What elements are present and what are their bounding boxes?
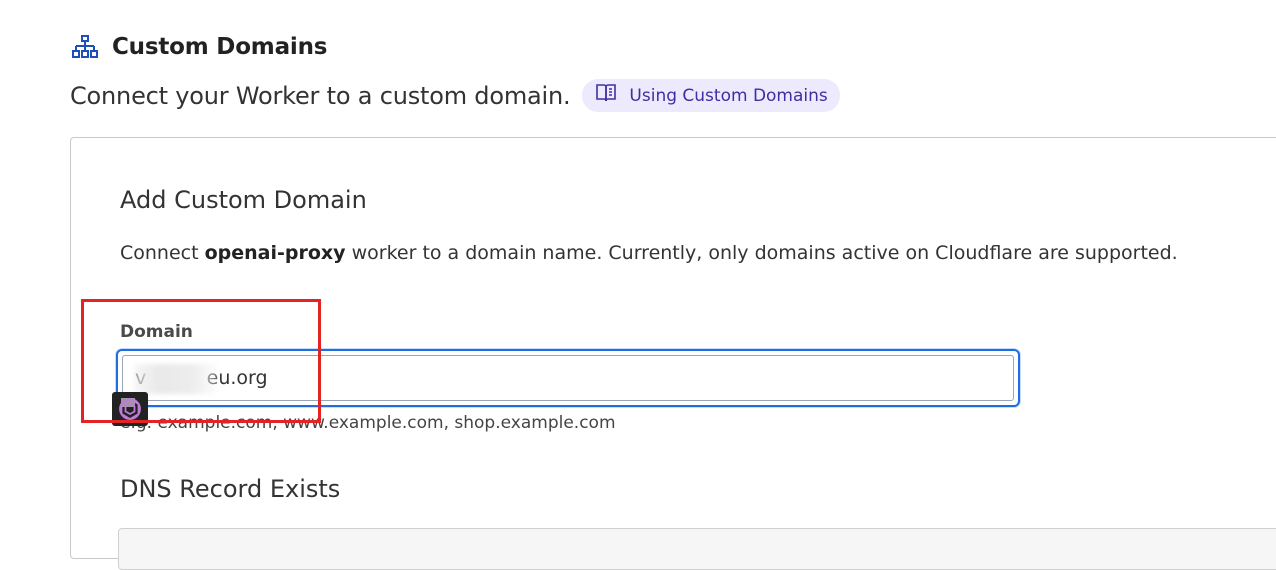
section-header: Custom Domains [72,34,327,60]
domain-label: Domain [120,322,193,342]
dns-record-box [118,528,1276,570]
docs-link-label: Using Custom Domains [629,85,828,106]
worker-name: openai-proxy [204,242,346,264]
domain-input[interactable] [122,355,1014,401]
section-subtitle: Connect your Worker to a custom domain. [70,81,571,110]
subtitle-row: Connect your Worker to a custom domain. … [70,79,840,112]
domain-hint: e.g. example.com, www.example.com, shop.… [120,413,616,433]
section-title: Custom Domains [112,34,328,60]
chatgpt-logo-icon[interactable] [112,392,148,426]
card-title: Add Custom Domain [120,186,367,214]
card-description: Connect openai-proxy worker to a domain … [120,242,1178,264]
sitemap-icon [72,35,98,59]
redaction-blur [134,364,218,394]
docs-link-pill[interactable]: Using Custom Domains [582,79,840,112]
book-icon [595,83,617,108]
domain-input-wrapper [116,349,1020,407]
description-suffix: worker to a domain name. Currently, only… [345,242,1178,264]
description-prefix: Connect [120,242,205,264]
dns-section-title: DNS Record Exists [120,475,341,503]
